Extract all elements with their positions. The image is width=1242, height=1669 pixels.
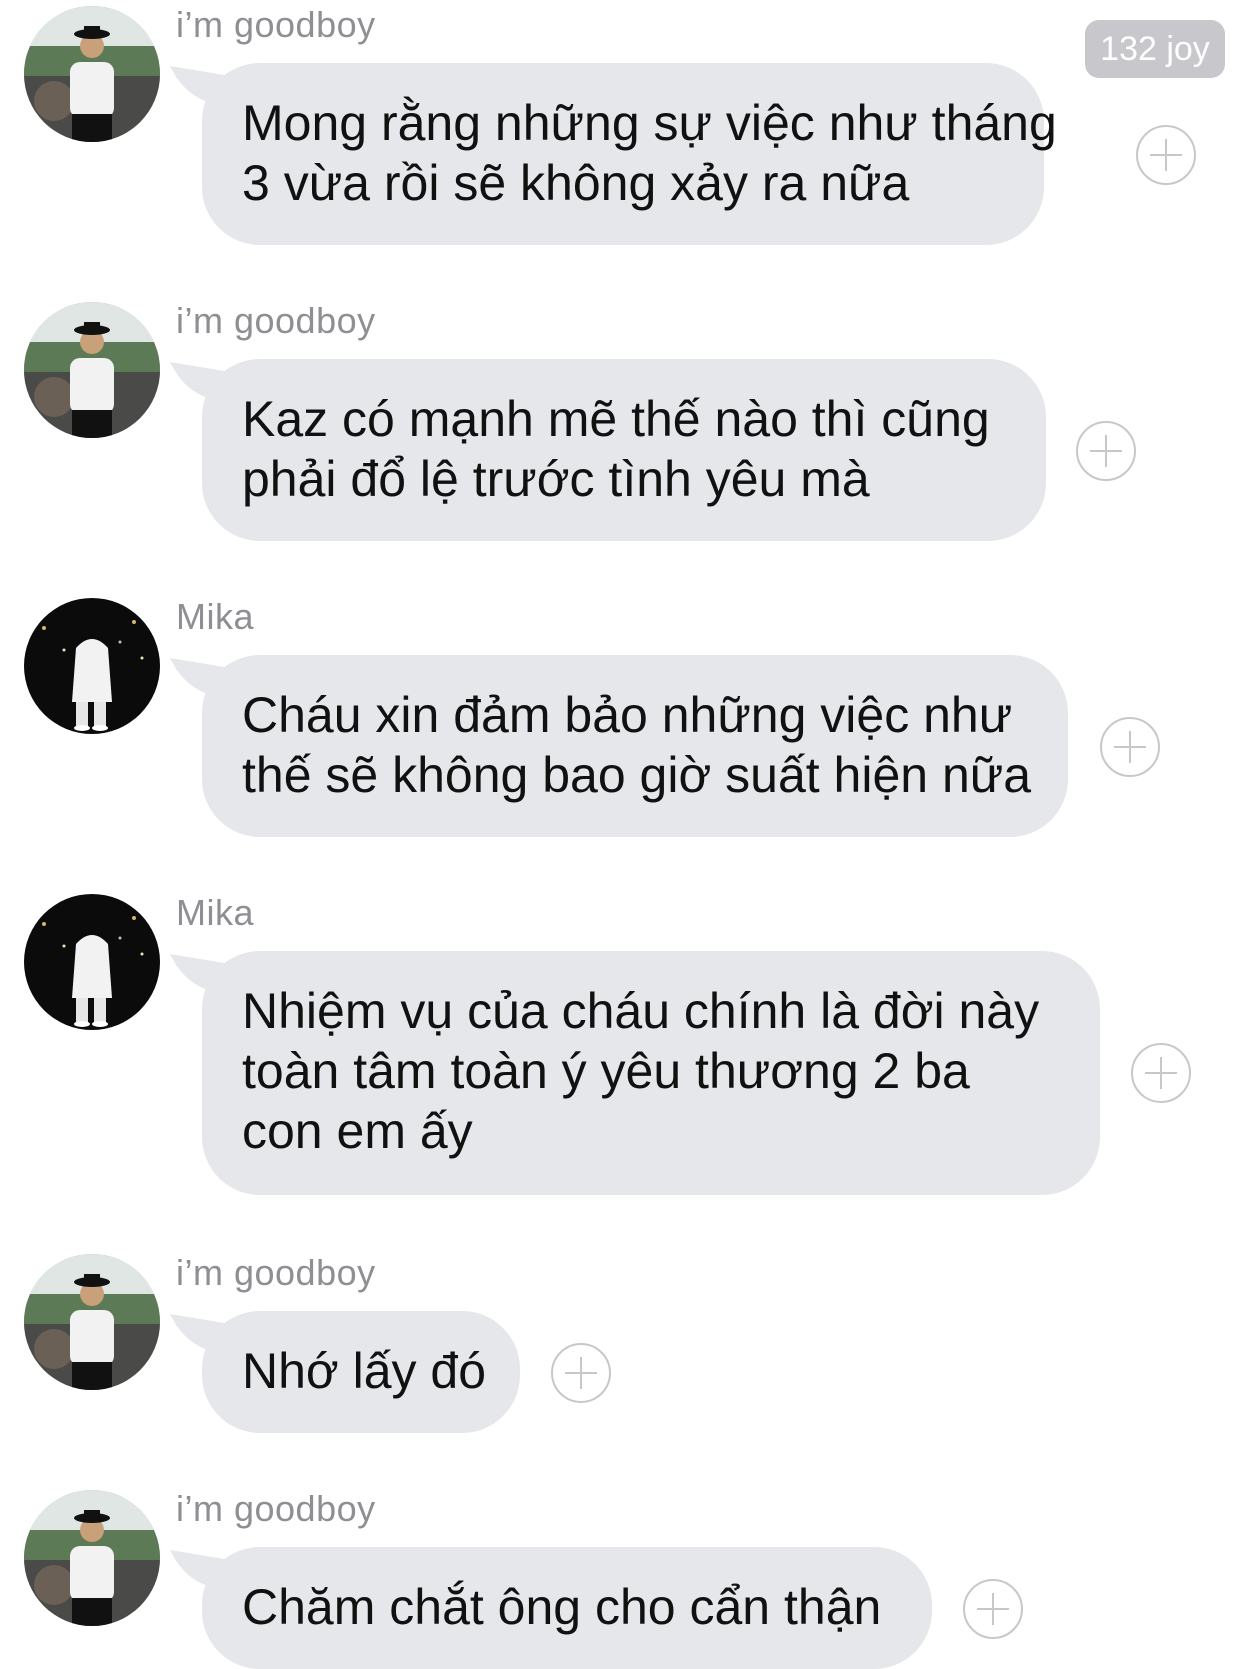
add-reaction-button[interactable] [1076,421,1136,481]
message-text: Kaz có mạnh mẽ thế nào thì cũng [242,391,990,447]
message-bubble[interactable]: Nhớ lấy đó [202,1311,520,1433]
sender-name: Mika [176,596,255,637]
message-text: Mong rằng những sự việc như tháng [242,95,1057,151]
message-item: i’m goodboy Mong rằng những sự việc như … [0,0,1242,245]
message-text: phải đổ lệ trước tình yêu mà [242,451,870,507]
message-text: toàn tâm toàn ý yêu thương 2 ba [242,1043,970,1099]
message-text: Chăm chắt ông cho cẩn thận [242,1579,882,1635]
sender-name: i’m goodboy [176,1252,376,1293]
add-reaction-button[interactable] [963,1579,1023,1639]
mika-avatar[interactable] [24,894,160,1030]
add-reaction-button[interactable] [1100,717,1160,777]
message-item: i’m goodboy Kaz có mạnh mẽ thế nào thì c… [0,296,1242,541]
message-bubble[interactable]: Mong rằng những sự việc như tháng 3 vừa … [202,63,1057,245]
add-reaction-button[interactable] [1136,125,1196,185]
goodboy-avatar[interactable] [24,1254,160,1390]
goodboy-avatar[interactable] [24,302,160,438]
sender-name: i’m goodboy [176,4,376,45]
message-bubble[interactable]: Cháu xin đảm bảo những việc như thế sẽ k… [202,655,1068,837]
message-bubble[interactable]: Kaz có mạnh mẽ thế nào thì cũng phải đổ … [202,359,1046,541]
goodboy-avatar[interactable] [24,6,160,142]
add-reaction-button[interactable] [1131,1043,1191,1103]
message-text: con em ấy [242,1103,473,1159]
mika-avatar[interactable] [24,598,160,734]
message-text: Nhiệm vụ của cháu chính là đời này [242,983,1040,1039]
message-text: thế sẽ không bao giờ suất hiện nữa [242,747,1032,803]
add-reaction-button[interactable] [551,1343,611,1403]
sender-name: i’m goodboy [176,300,376,341]
message-bubble[interactable]: Nhiệm vụ của cháu chính là đời này toàn … [202,951,1100,1195]
message-text: Cháu xin đảm bảo những việc như [242,687,1013,743]
message-item: Mika Nhiệm vụ của cháu chính là đời này … [0,888,1242,1208]
goodboy-avatar[interactable] [24,1490,160,1626]
message-text: 3 vừa rồi sẽ không xảy ra nữa [242,155,910,211]
message-text: Nhớ lấy đó [242,1343,487,1399]
message-item: i’m goodboy Chăm chắt ông cho cẩn thận [0,1484,1242,1669]
sender-name: Mika [176,892,255,933]
message-bubble[interactable]: Chăm chắt ông cho cẩn thận [202,1547,932,1669]
message-item: i’m goodboy Nhớ lấy đó [0,1248,1242,1438]
message-item: Mika Cháu xin đảm bảo những việc như thế… [0,592,1242,837]
sender-name: i’m goodboy [176,1488,376,1529]
